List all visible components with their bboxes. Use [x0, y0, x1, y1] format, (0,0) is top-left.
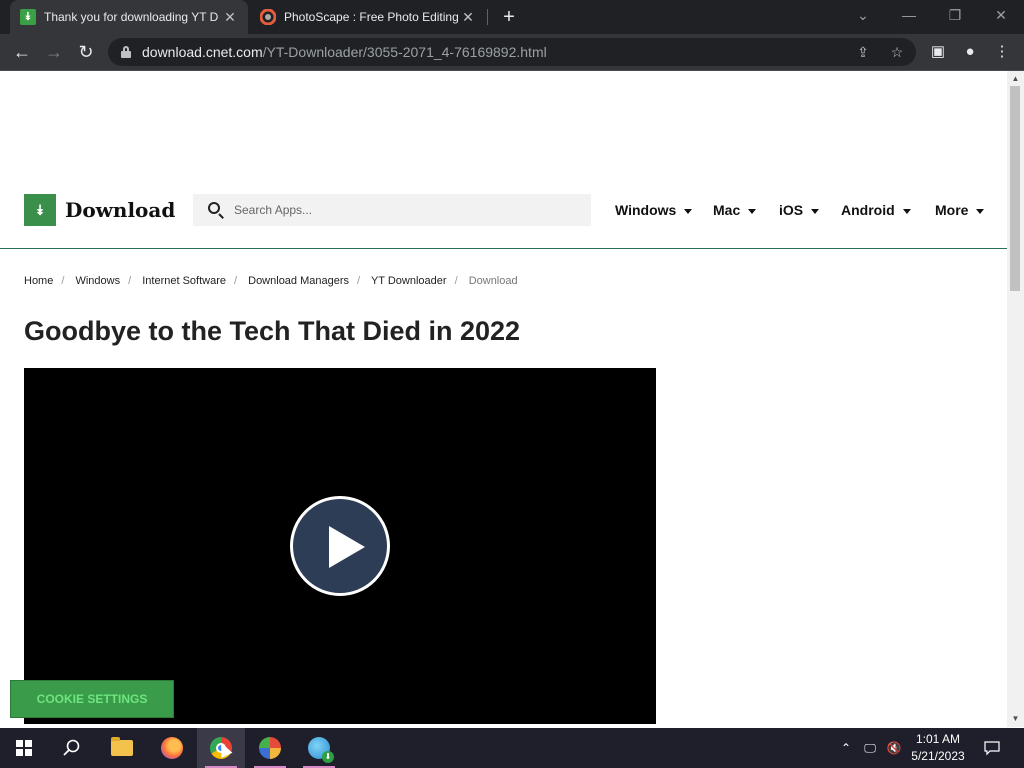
close-window-icon[interactable]: ✕: [978, 0, 1024, 30]
side-panel-icon[interactable]: ▣: [926, 40, 950, 64]
scroll-down-icon[interactable]: ▼: [1011, 714, 1020, 723]
photoscape-taskbar-icon[interactable]: [246, 728, 294, 768]
breadcrumb-current: Download: [468, 275, 518, 287]
tab-close-icon[interactable]: ✕: [222, 9, 238, 26]
lock-icon: [120, 46, 132, 58]
breadcrumb-home[interactable]: Home: [24, 275, 53, 287]
caret-down-icon: [684, 208, 693, 214]
reload-icon[interactable]: ↻: [74, 40, 98, 64]
breadcrumb-yt-downloader[interactable]: YT Downloader: [371, 275, 447, 287]
caret-down-icon: [976, 208, 985, 214]
scroll-up-icon[interactable]: ▲: [1011, 74, 1020, 83]
bookmark-star-icon[interactable]: ☆: [888, 43, 906, 61]
taskbar-search-icon[interactable]: [48, 728, 96, 768]
breadcrumb-download-managers[interactable]: Download Managers: [248, 275, 349, 287]
restore-icon[interactable]: ❐: [932, 0, 978, 30]
nav-mac[interactable]: Mac: [713, 202, 757, 218]
browser-toolbar: ← → ↻ download.cnet.com/YT-Downloader/30…: [0, 34, 1024, 71]
taskbar: ⌃ 🖵 🔇 1:01 AM 5/21/2023: [0, 728, 1024, 768]
breadcrumb-internet-software[interactable]: Internet Software: [142, 275, 226, 287]
caret-down-icon: [748, 208, 757, 214]
download-logo-icon: ⯯: [20, 9, 36, 25]
clock[interactable]: 1:01 AM 5/21/2023: [906, 731, 970, 765]
show-hidden-icons-icon[interactable]: ⌃: [836, 728, 856, 768]
nav-more[interactable]: More: [935, 202, 985, 218]
breadcrumb: Home / Windows / Internet Software / Downlo…: [24, 275, 518, 287]
search-box[interactable]: [193, 194, 591, 226]
caret-down-icon: [902, 208, 911, 214]
download-logo-icon: ⯯: [24, 194, 56, 226]
play-button[interactable]: [290, 496, 390, 596]
page-scrollbar[interactable]: ▲ ▼: [1007, 71, 1024, 727]
share-icon[interactable]: ⇪: [854, 43, 872, 61]
address-bar[interactable]: download.cnet.com/YT-Downloader/3055-207…: [108, 38, 916, 66]
clock-time: 1:01 AM: [915, 732, 961, 746]
new-tab-button[interactable]: +: [498, 6, 520, 28]
nav-android[interactable]: Android: [841, 202, 911, 218]
menu-icon[interactable]: ⋮: [990, 40, 1014, 64]
forward-icon[interactable]: →: [42, 40, 66, 64]
photoscape-icon: [260, 9, 276, 25]
tab-close-icon[interactable]: ✕: [460, 9, 476, 26]
search-icon: [207, 201, 225, 219]
windows-logo-icon: [16, 740, 32, 756]
firefox-icon[interactable]: [148, 728, 196, 768]
site-header: ⯯ Download Windows Mac iOS Android More: [0, 183, 1007, 249]
profile-icon[interactable]: ●: [958, 40, 982, 64]
minimize-icon[interactable]: —: [886, 0, 932, 30]
breadcrumb-windows[interactable]: Windows: [75, 275, 120, 287]
tab-title: Thank you for downloading YT D: [44, 10, 219, 24]
network-icon[interactable]: 🖵: [858, 728, 882, 768]
volume-muted-icon[interactable]: 🔇: [882, 728, 906, 768]
browser-tab-bar: ⯯ Thank you for downloading YT D ✕ Photo…: [0, 0, 1024, 34]
notifications-icon[interactable]: [978, 728, 1006, 768]
back-icon[interactable]: ←: [10, 40, 34, 64]
nav-windows[interactable]: Windows: [615, 202, 693, 218]
tab-search-icon[interactable]: ⌄: [840, 0, 886, 30]
caret-down-icon: [811, 208, 820, 214]
tab-title: PhotoScape : Free Photo Editing: [284, 10, 459, 24]
downloader-taskbar-icon[interactable]: [295, 728, 343, 768]
tab-ytdownloader[interactable]: ⯯ Thank you for downloading YT D ✕: [10, 0, 248, 34]
start-button[interactable]: [0, 728, 48, 768]
tab-photoscape[interactable]: PhotoScape : Free Photo Editing ✕: [250, 0, 486, 34]
logo-text: Download: [65, 198, 176, 222]
site-logo[interactable]: ⯯ Download: [24, 194, 175, 226]
nav-ios[interactable]: iOS: [779, 202, 820, 218]
tab-separator: [487, 9, 488, 25]
url-text: download.cnet.com/YT-Downloader/3055-207…: [142, 44, 547, 60]
page-title: Goodbye to the Tech That Died in 2022: [24, 316, 521, 346]
play-icon: [329, 526, 365, 568]
scrollbar-thumb[interactable]: [1010, 86, 1020, 291]
page-viewport: ⯯ Download Windows Mac iOS Android More …: [0, 71, 1007, 727]
cookie-settings-button[interactable]: COOKIE SETTINGS: [10, 680, 174, 718]
search-input[interactable]: [234, 203, 574, 217]
video-player[interactable]: [24, 368, 656, 724]
file-explorer-icon[interactable]: [98, 728, 146, 768]
clock-date: 5/21/2023: [911, 749, 965, 763]
